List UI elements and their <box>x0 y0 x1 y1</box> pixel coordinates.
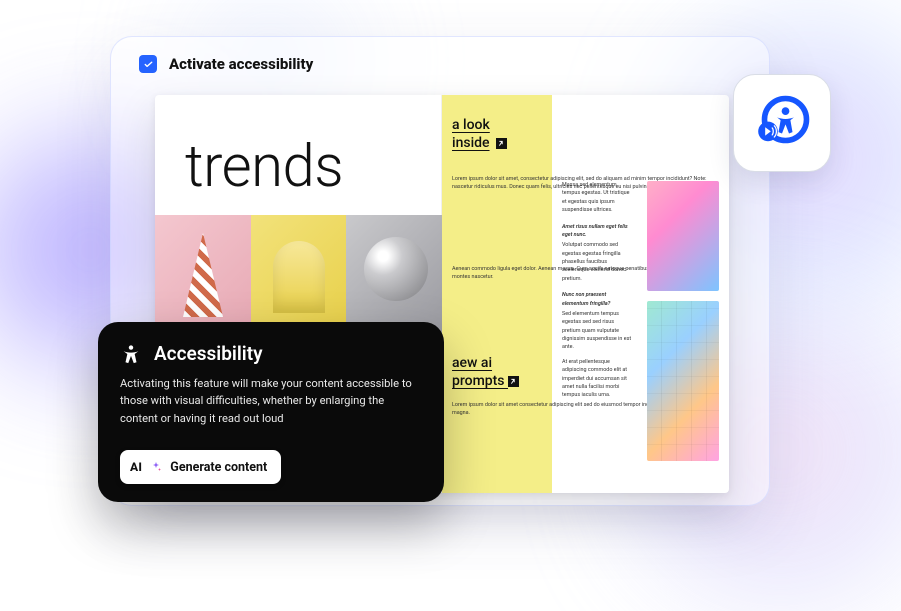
person-icon <box>120 343 142 365</box>
card-description: Activating this feature will make your c… <box>120 375 422 427</box>
center-intro: Massa sed elementum tempus egestas. Ut t… <box>562 181 632 215</box>
center-italic: Nunc non praesent elementum fringilla? <box>562 291 632 308</box>
ai-badge: AI <box>130 460 142 474</box>
center-p: At erat pellentesque adipiscing commodo … <box>562 358 632 400</box>
center-column: Massa sed elementum tempus egestas. Ut t… <box>562 181 632 400</box>
generate-content-button[interactable]: AI Generate content <box>120 450 281 484</box>
gradient-image-2 <box>647 301 719 461</box>
heading-line: a look <box>452 117 490 133</box>
center-italic: Amet risus nullam eget felis eget nunc. <box>562 223 632 240</box>
heading-line: inside <box>452 135 490 151</box>
accessibility-card: Accessibility Activating this feature wi… <box>98 322 444 502</box>
generate-content-label: Generate content <box>170 460 267 475</box>
activate-accessibility-row: Activate accessibility <box>139 55 313 73</box>
card-title: Accessibility <box>154 342 263 365</box>
headline: trends <box>185 133 343 201</box>
tile-arch <box>251 215 347 335</box>
gradient-image-1 <box>647 181 719 291</box>
tile-cone <box>155 215 251 335</box>
arrow-icon <box>508 376 519 387</box>
center-p: Volutpat commodo sed egestas egestas fri… <box>562 241 632 283</box>
activate-accessibility-checkbox[interactable] <box>139 55 157 73</box>
sparkle-icon <box>150 461 162 473</box>
heading-a-look-inside: a look inside <box>452 117 507 151</box>
right-page: a look inside Lorem ipsum dolor sit amet… <box>442 95 729 493</box>
center-p: Sed elementum tempus egestas sed sed ris… <box>562 310 632 352</box>
heading-ai-prompts: aew ai prompts <box>452 355 519 389</box>
arrow-icon <box>496 138 507 149</box>
voiceover-icon <box>747 88 817 158</box>
voiceover-icon-tile <box>733 74 831 172</box>
card-title-row: Accessibility <box>120 342 422 365</box>
heading-line: prompts <box>452 373 505 389</box>
check-icon <box>143 59 154 70</box>
activate-accessibility-label: Activate accessibility <box>169 55 313 73</box>
heading-line: aew ai <box>452 355 492 371</box>
tile-sphere <box>346 215 442 335</box>
image-strip <box>155 215 442 335</box>
